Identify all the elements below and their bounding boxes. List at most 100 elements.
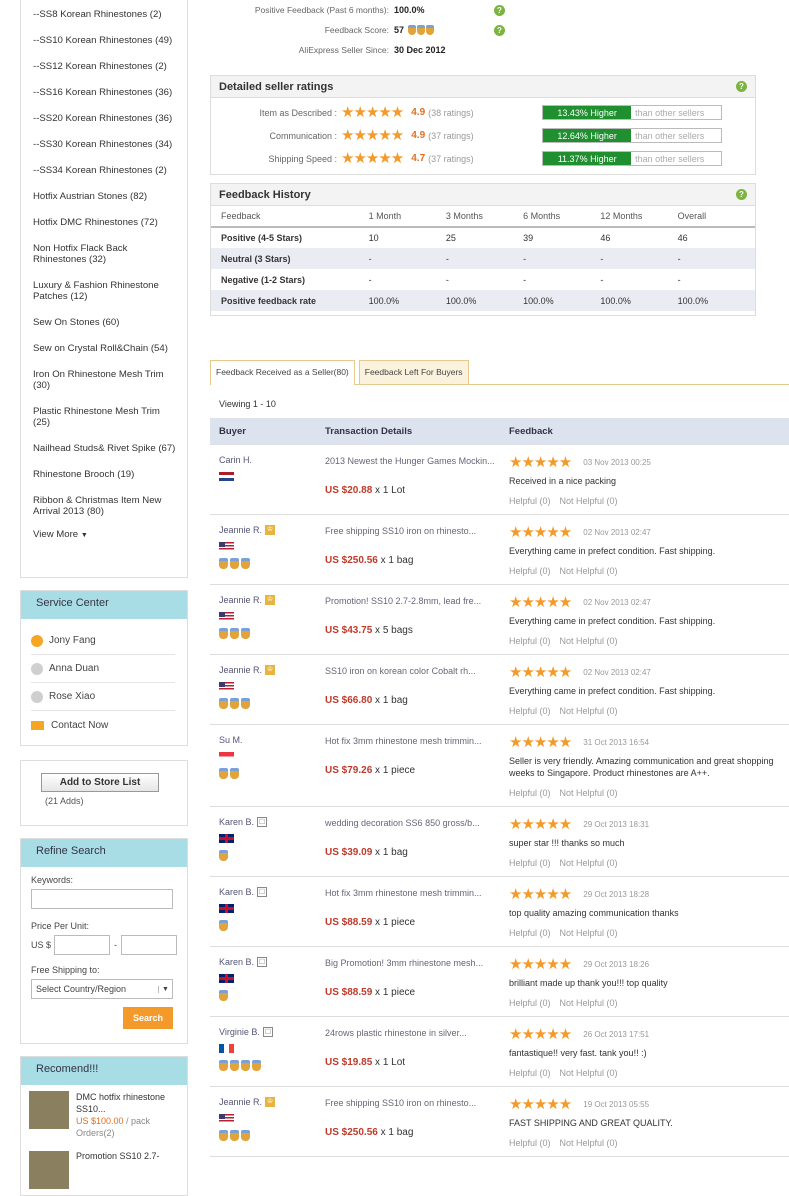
recommend-item[interactable]: DMC hotfix rhinestone SS10... US $100.00… bbox=[21, 1085, 187, 1145]
rep-name[interactable]: Anna Duan bbox=[49, 663, 99, 674]
category-link[interactable]: Sew on Crystal Roll&Chain (54) bbox=[33, 340, 177, 357]
contact-now-label[interactable]: Contact Now bbox=[51, 720, 108, 731]
product-link[interactable]: Free shipping SS10 iron on rhinesto... bbox=[325, 525, 509, 549]
helpful-link[interactable]: Helpful (0) bbox=[509, 496, 551, 506]
feedback-row: Jeannie R. ♔ Promotion! SS10 2.7-2.8mm, le… bbox=[210, 585, 789, 655]
category-link[interactable]: Non Hotfix Flack Back Rhinestones (32) bbox=[33, 240, 177, 268]
country-select[interactable]: Select Country/Region ▼ bbox=[31, 979, 173, 999]
help-icon[interactable]: ? bbox=[494, 24, 505, 36]
category-link[interactable]: Hotfix Austrian Stones (82) bbox=[33, 188, 177, 205]
category-link[interactable]: --SS12 Korean Rhinestones (2) bbox=[33, 58, 177, 75]
helpful-link[interactable]: Helpful (0) bbox=[509, 636, 551, 646]
not-helpful-link[interactable]: Not Helpful (0) bbox=[560, 788, 618, 798]
product-thumbnail[interactable] bbox=[29, 1091, 69, 1129]
view-more-link[interactable]: View More ▼ bbox=[33, 529, 177, 540]
category-link[interactable]: Rhinestone Brooch (19) bbox=[33, 466, 177, 483]
buyer-name[interactable]: Virginie B. bbox=[219, 1027, 260, 1037]
buyer-name[interactable]: Jeannie R. bbox=[219, 1097, 262, 1107]
product-link[interactable]: 2013 Newest the Hunger Games Mockin... bbox=[325, 455, 509, 479]
category-link[interactable]: --SS30 Korean Rhinestones (34) bbox=[33, 136, 177, 153]
price-max-input[interactable] bbox=[121, 935, 178, 955]
rep-name[interactable]: Rose Xiao bbox=[49, 691, 95, 702]
category-link[interactable]: Iron On Rhinestone Mesh Trim (30) bbox=[33, 366, 177, 394]
rating-stars-icon: ★★★★★ bbox=[341, 104, 404, 121]
not-helpful-link[interactable]: Not Helpful (0) bbox=[560, 566, 618, 576]
category-link[interactable]: Nailhead Studs& Rivet Spike (67) bbox=[33, 440, 177, 457]
helpful-link[interactable]: Helpful (0) bbox=[509, 858, 551, 868]
product-link[interactable]: Hot fix 3mm rhinestone mesh trimmin... bbox=[325, 887, 509, 911]
not-helpful-link[interactable]: Not Helpful (0) bbox=[560, 1138, 618, 1148]
not-helpful-link[interactable]: Not Helpful (0) bbox=[560, 496, 618, 506]
feedback-text: FAST SHIPPING AND GREAT QUALITY. bbox=[509, 1118, 673, 1128]
helpful-link[interactable]: Helpful (0) bbox=[509, 928, 551, 938]
service-rep[interactable]: Anna Duan bbox=[31, 655, 175, 683]
search-button[interactable]: Search bbox=[123, 1007, 173, 1029]
buyer-name[interactable]: Karen B. bbox=[219, 887, 254, 897]
helpful-link[interactable]: Helpful (0) bbox=[509, 1138, 551, 1148]
service-rep[interactable]: Jony Fang bbox=[31, 627, 175, 655]
history-cell: 25 bbox=[445, 233, 456, 243]
feedback-row: Su M. Hot fix 3mm rhinestone mesh trimmin… bbox=[210, 725, 789, 807]
price-min-input[interactable] bbox=[54, 935, 111, 955]
product-link[interactable]: Free shipping SS10 iron on rhinesto... bbox=[325, 1097, 509, 1121]
category-link[interactable]: --SS20 Korean Rhinestones (36) bbox=[33, 110, 177, 127]
medal-icon bbox=[219, 558, 228, 569]
medal-icon bbox=[230, 698, 239, 709]
category-link[interactable]: --SS10 Korean Rhinestones (49) bbox=[33, 32, 177, 49]
history-cell: - bbox=[523, 274, 527, 285]
category-link[interactable]: Ribbon & Christmas Item New Arrival 2013… bbox=[33, 492, 177, 520]
category-link[interactable]: --SS8 Korean Rhinestones (2) bbox=[33, 6, 177, 23]
feedback-date: 02 Nov 2013 02:47 bbox=[583, 598, 651, 607]
not-helpful-link[interactable]: Not Helpful (0) bbox=[560, 928, 618, 938]
helpful-link[interactable]: Helpful (0) bbox=[509, 788, 551, 798]
contact-now-link[interactable]: Contact Now bbox=[31, 711, 175, 739]
category-link[interactable]: --SS16 Korean Rhinestones (36) bbox=[33, 84, 177, 101]
add-to-store-list-button[interactable]: Add to Store List bbox=[41, 773, 159, 792]
category-link[interactable]: Luxury & Fashion Rhinestone Patches (12) bbox=[33, 277, 177, 305]
history-cell: 100.0% bbox=[368, 290, 446, 311]
not-helpful-link[interactable]: Not Helpful (0) bbox=[560, 636, 618, 646]
not-helpful-link[interactable]: Not Helpful (0) bbox=[560, 706, 618, 716]
product-link[interactable]: SS10 iron on korean color Cobalt rh... bbox=[325, 665, 509, 689]
helpful-link[interactable]: Helpful (0) bbox=[509, 566, 551, 576]
medal-icon bbox=[219, 628, 228, 639]
buyer-name[interactable]: Karen B. bbox=[219, 817, 254, 827]
product-link[interactable]: Promotion! SS10 2.7-2.8mm, lead fre... bbox=[325, 595, 509, 619]
buyer-name[interactable]: Jeannie R. bbox=[219, 595, 262, 605]
tab-received-as-seller[interactable]: Feedback Received as a Seller(80) bbox=[210, 360, 355, 385]
quantity: x 1 bag bbox=[377, 1127, 414, 1138]
keywords-input[interactable] bbox=[31, 889, 173, 909]
category-link[interactable]: --SS34 Korean Rhinestones (2) bbox=[33, 162, 177, 179]
help-icon[interactable]: ? bbox=[494, 4, 505, 16]
category-link[interactable]: Sew On Stones (60) bbox=[33, 314, 177, 331]
helpful-link[interactable]: Helpful (0) bbox=[509, 998, 551, 1008]
help-icon[interactable]: ? bbox=[736, 189, 747, 200]
medal-icon bbox=[230, 1060, 239, 1071]
service-rep[interactable]: Rose Xiao bbox=[31, 683, 175, 711]
recommend-item[interactable]: Promotion SS10 2.7- bbox=[21, 1145, 187, 1195]
rep-name[interactable]: Jony Fang bbox=[49, 635, 96, 646]
not-helpful-link[interactable]: Not Helpful (0) bbox=[560, 858, 618, 868]
help-icon[interactable]: ? bbox=[736, 81, 747, 92]
product-link[interactable]: wedding decoration SS6 850 gross/b... bbox=[325, 817, 509, 841]
product-link[interactable]: Big Promotion! 3mm rhinestone mesh... bbox=[325, 957, 509, 981]
buyer-name[interactable]: Su M. bbox=[219, 735, 243, 745]
product-link[interactable]: Hot fix 3mm rhinestone mesh trimmin... bbox=[325, 735, 509, 759]
buyer-name[interactable]: Carin H. bbox=[219, 455, 252, 465]
tab-left-for-buyers[interactable]: Feedback Left For Buyers bbox=[358, 360, 469, 384]
category-link[interactable]: Hotfix DMC Rhinestones (72) bbox=[33, 214, 177, 231]
product-thumbnail[interactable] bbox=[29, 1151, 69, 1189]
rating-count: (38 ratings) bbox=[428, 107, 474, 118]
buyer-name[interactable]: Jeannie R. bbox=[219, 665, 262, 675]
buyer-name[interactable]: Karen B. bbox=[219, 957, 254, 967]
helpful-link[interactable]: Helpful (0) bbox=[509, 1068, 551, 1078]
feedback-date: 29 Oct 2013 18:26 bbox=[583, 960, 650, 969]
recommend-item-name[interactable]: Promotion SS10 2.7- bbox=[76, 1151, 160, 1189]
helpful-link[interactable]: Helpful (0) bbox=[509, 706, 551, 716]
recommend-item-name[interactable]: DMC hotfix rhinestone SS10... bbox=[76, 1091, 179, 1115]
category-link[interactable]: Plastic Rhinestone Mesh Trim (25) bbox=[33, 403, 177, 431]
product-link[interactable]: 24rows plastic rhinestone in silver... bbox=[325, 1027, 509, 1051]
not-helpful-link[interactable]: Not Helpful (0) bbox=[560, 998, 618, 1008]
buyer-name[interactable]: Jeannie R. bbox=[219, 525, 262, 535]
not-helpful-link[interactable]: Not Helpful (0) bbox=[560, 1068, 618, 1078]
